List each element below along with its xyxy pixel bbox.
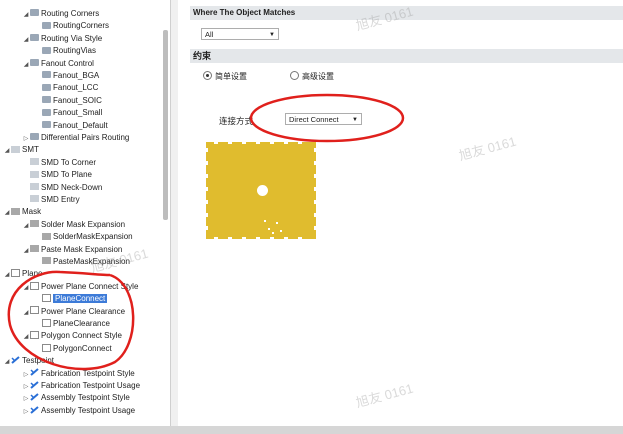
annotation-circle-connect (249, 93, 405, 143)
status-bar (0, 426, 623, 434)
annotation-circle-plane (7, 270, 135, 371)
red-annotation-overlay (7, 93, 405, 371)
